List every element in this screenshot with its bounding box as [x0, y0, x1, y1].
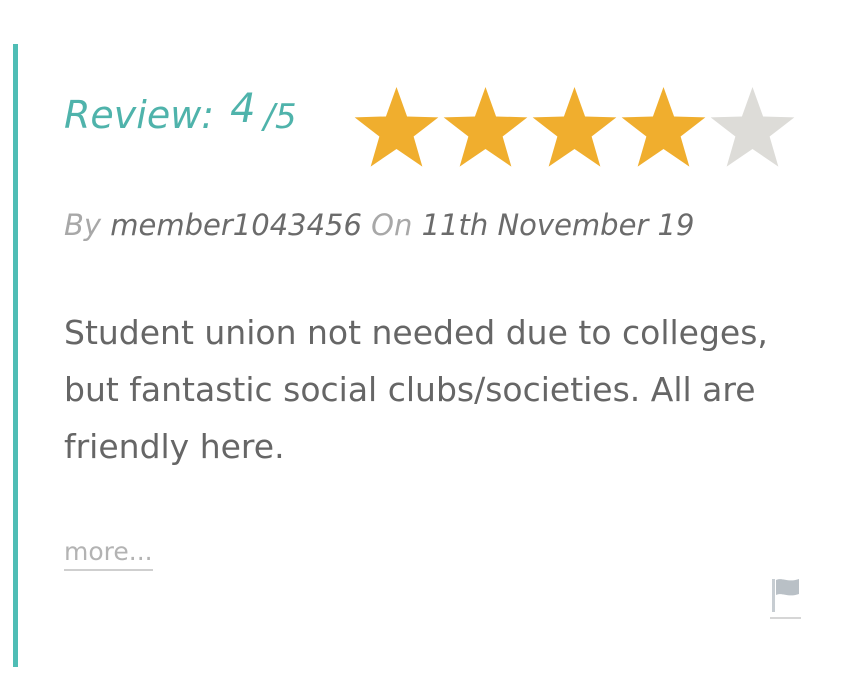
- star-filled-icon: [441, 86, 530, 172]
- review-score: 4: [230, 86, 256, 132]
- star-empty-icon: [708, 86, 797, 172]
- on-label: On: [371, 208, 413, 242]
- star-rating: [352, 86, 797, 172]
- flag-icon: [772, 579, 799, 612]
- review-date: 11th November 19: [421, 208, 695, 242]
- star-filled-icon: [352, 86, 441, 172]
- byline: By member1043456 On 11th November 19: [64, 208, 694, 242]
- more-link[interactable]: more...: [64, 536, 153, 571]
- review-max: 5: [275, 97, 297, 137]
- accent-bar: [13, 44, 18, 667]
- by-label: By: [64, 208, 102, 242]
- review-card: Review: 4 / 5 By member1043456 On 11th N…: [0, 0, 850, 685]
- star-filled-icon: [530, 86, 619, 172]
- review-body: Student union not needed due to colleges…: [64, 313, 768, 466]
- author-name: member1043456: [110, 208, 362, 242]
- review-slash: /: [263, 97, 276, 137]
- report-flag-button[interactable]: [770, 576, 801, 619]
- star-filled-icon: [619, 86, 708, 172]
- review-heading: Review: 4 / 5: [64, 86, 297, 152]
- review-label: Review:: [64, 93, 215, 137]
